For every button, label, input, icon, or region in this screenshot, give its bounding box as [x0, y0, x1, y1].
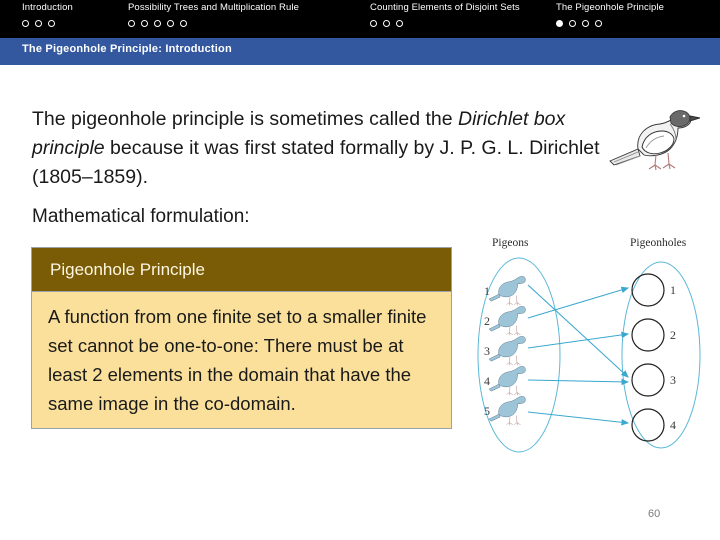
- nav-dot-icon[interactable]: [180, 20, 187, 27]
- nav-dot-icon-active[interactable]: [556, 20, 563, 27]
- intro-text-part1: The pigeonhole principle is sometimes ca…: [32, 107, 458, 130]
- nav-dot-icon[interactable]: [22, 20, 29, 27]
- pigeonhole-circle: [631, 408, 665, 442]
- nav-section-label: Possibility Trees and Multiplication Rul…: [128, 2, 299, 13]
- nav-section-pigeonhole-principle[interactable]: The Pigeonhole Principle: [556, 2, 664, 27]
- callout-body-text: A function from one finite set to a smal…: [48, 306, 427, 414]
- nav-dot-icon[interactable]: [370, 20, 377, 27]
- domain-ellipse: [477, 257, 561, 453]
- nav-section-label: The Pigeonhole Principle: [556, 2, 665, 13]
- mapping-arrow-1-to-3: [527, 284, 629, 378]
- mapping-arrow-4-to-3: [527, 378, 630, 386]
- nav-dot-icon[interactable]: [569, 20, 576, 27]
- page-number: 60: [648, 508, 661, 520]
- nav-section-dots[interactable]: [370, 20, 520, 27]
- pigeon-index-label: 5: [484, 404, 490, 418]
- hole-index-label: 1: [670, 283, 676, 297]
- diagram-left-label: Pigeons: [492, 237, 529, 249]
- callout-body: A function from one finite set to a smal…: [31, 292, 452, 429]
- pigeonhole-principle-callout: Pigeonhole Principle A function from one…: [31, 247, 452, 429]
- slide-title-bar: The Pigeonhole Principle: Introduction: [0, 38, 720, 65]
- nav-dot-icon[interactable]: [141, 20, 148, 27]
- nav-section-introduction[interactable]: Introduction: [22, 2, 73, 27]
- nav-dot-icon[interactable]: [383, 20, 390, 27]
- intro-paragraph: The pigeonhole principle is sometimes ca…: [32, 105, 602, 192]
- callout-header: Pigeonhole Principle: [31, 247, 452, 292]
- nav-dot-icon[interactable]: [167, 20, 174, 27]
- nav-section-label: Counting Elements of Disjoint Sets: [370, 2, 520, 13]
- nav-dot-icon[interactable]: [48, 20, 55, 27]
- math-formulation-label: Mathematical formulation:: [32, 206, 250, 227]
- nav-section-dots[interactable]: [556, 20, 664, 27]
- pigeonhole-circle: [631, 273, 665, 307]
- pigeon-index-label: 2: [484, 314, 490, 328]
- nav-section-label: Introduction: [22, 2, 73, 13]
- hole-index-label: 2: [670, 328, 676, 342]
- mapping-arrow-3-to-2: [527, 331, 630, 349]
- pigeonhole-circle: [631, 363, 665, 397]
- nav-dot-icon[interactable]: [595, 20, 602, 27]
- diagram-right-label: Pigeonholes: [630, 237, 687, 249]
- nav-dot-icon[interactable]: [154, 20, 161, 27]
- nav-dot-icon[interactable]: [128, 20, 135, 27]
- mapping-arrow-5-to-4: [527, 411, 630, 426]
- hole-index-label: 4: [670, 418, 676, 432]
- nav-dot-icon[interactable]: [35, 20, 42, 27]
- codomain-ellipse: [621, 261, 701, 449]
- pigeon-icon: [609, 110, 701, 171]
- slide-content: The pigeonhole principle is sometimes ca…: [0, 65, 720, 540]
- callout-header-text: Pigeonhole Principle: [50, 259, 205, 279]
- nav-section-counting-disjoint-sets[interactable]: Counting Elements of Disjoint Sets: [370, 2, 520, 27]
- section-navigation-bar: Introduction Possibility Trees and Multi…: [0, 0, 720, 38]
- intro-text-part2: because it was first stated formally by …: [32, 136, 600, 188]
- nav-dot-icon[interactable]: [582, 20, 589, 27]
- hole-index-label: 3: [670, 373, 676, 387]
- nav-section-dots[interactable]: [128, 20, 299, 27]
- pigeonhole-circle: [631, 318, 665, 352]
- mapping-arrow-2-to-1: [527, 286, 630, 319]
- nav-section-dots[interactable]: [22, 20, 73, 27]
- nav-dot-icon[interactable]: [396, 20, 403, 27]
- nav-section-possibility-trees[interactable]: Possibility Trees and Multiplication Rul…: [128, 2, 299, 27]
- pigeons-to-pigeonholes-diagram: Pigeons Pigeonholes 1 2 3 4 5 1 2 3 4: [477, 237, 701, 453]
- page-title: The Pigeonhole Principle: Introduction: [22, 43, 232, 55]
- pigeon-index-label: 4: [484, 374, 490, 388]
- pigeon-index-label: 3: [484, 344, 490, 358]
- pigeon-index-label: 1: [484, 284, 490, 298]
